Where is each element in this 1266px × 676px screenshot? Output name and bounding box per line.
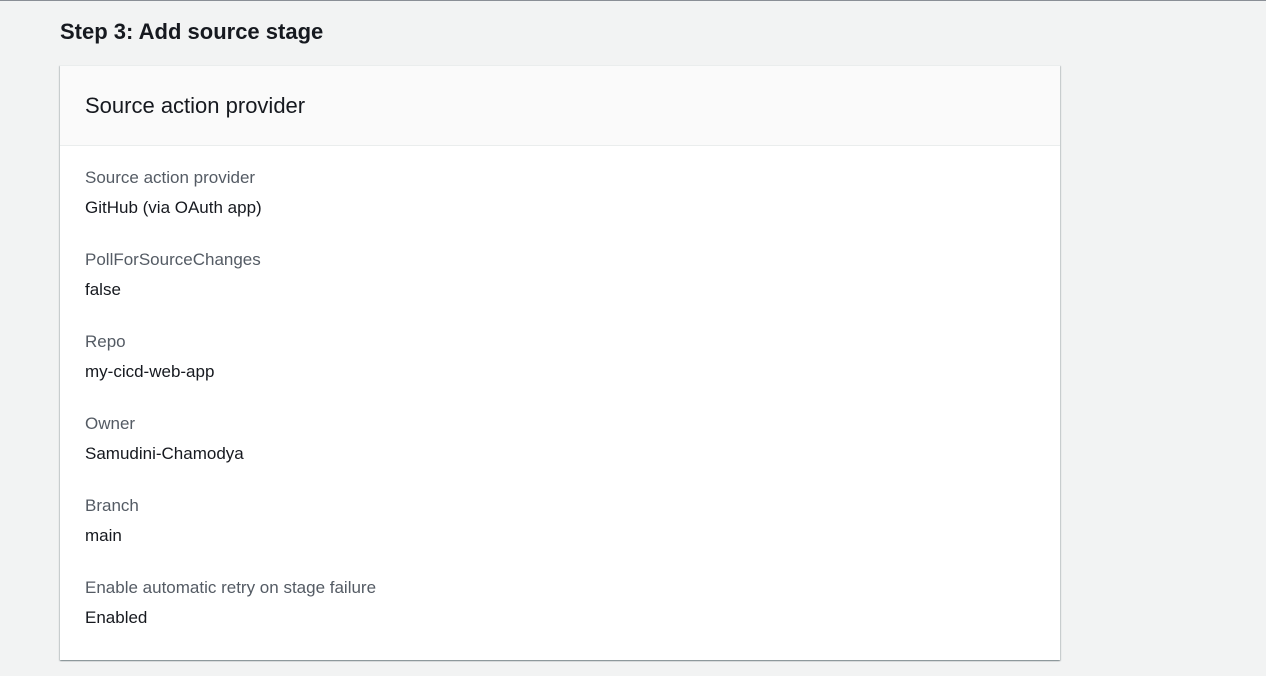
field-label: Enable automatic retry on stage failure [85,578,377,597]
field-value: my-cicd-web-app [85,362,215,381]
panel-header: Source action provider [60,66,1060,146]
field-label: Branch [85,496,139,515]
field-repo: Repo my-cicd-web-app [85,330,1035,390]
source-stage-panel: Source action provider Source action pro… [60,65,1060,660]
field-value: Enabled [85,608,148,627]
field-value: GitHub (via OAuth app) [85,198,262,217]
field-branch: Branch main [85,494,1035,554]
field-poll-for-source-changes: PollForSourceChanges false [85,248,1035,308]
field-label: Source action provider [85,168,256,187]
field-owner: Owner Samudini-Chamodya [85,412,1035,472]
step-title: Step 3: Add source stage [60,19,324,44]
field-value: main [85,526,122,545]
panel-title: Source action provider [85,92,306,118]
top-divider [0,0,1266,1]
field-value: false [85,280,121,299]
field-label: Repo [85,332,126,351]
field-label: PollForSourceChanges [85,250,261,269]
panel-body: Source action provider GitHub (via OAuth… [60,146,1060,636]
field-value: Samudini-Chamodya [85,444,244,463]
field-automatic-retry: Enable automatic retry on stage failure … [85,576,1035,636]
field-label: Owner [85,414,136,433]
field-source-action-provider: Source action provider GitHub (via OAuth… [85,166,1035,226]
